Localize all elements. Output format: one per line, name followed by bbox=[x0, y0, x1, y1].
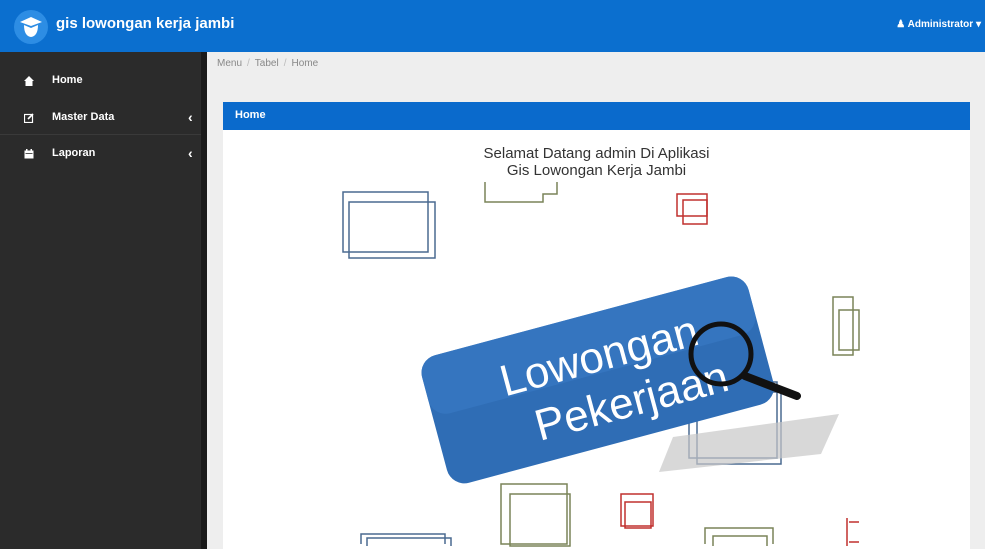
caret-down-icon: ▾ bbox=[975, 19, 981, 30]
sidebar-item-label: Master Data bbox=[52, 111, 115, 123]
user-icon: ♟ bbox=[896, 19, 906, 30]
home-icon bbox=[24, 76, 34, 86]
main-content: Menu / Tabel / Home Home Selamat Datang admi… bbox=[207, 52, 985, 549]
breadcrumb-item[interactable]: Tabel bbox=[255, 58, 279, 69]
calendar-icon bbox=[24, 149, 34, 159]
app-logo-icon[interactable] bbox=[14, 10, 48, 44]
chevron-left-icon: ‹ bbox=[188, 145, 193, 161]
sidebar-item-master-data[interactable]: Master Data ‹ bbox=[0, 101, 201, 135]
panel-header: Home bbox=[223, 102, 970, 130]
panel-title: Home bbox=[235, 109, 266, 121]
sidebar-item-label: Laporan bbox=[52, 147, 96, 159]
breadcrumb-item[interactable]: Menu bbox=[217, 58, 242, 69]
breadcrumb: Menu / Tabel / Home bbox=[217, 58, 319, 69]
user-name: Administrator bbox=[907, 19, 974, 30]
breadcrumb-item: Home bbox=[291, 58, 319, 69]
user-menu[interactable]: ♟ Administrator ▾ bbox=[896, 19, 981, 30]
edit-icon bbox=[24, 113, 34, 123]
app-title[interactable]: gis lowongan kerja jambi bbox=[56, 15, 234, 32]
welcome-line-2: Gis Lowongan Kerja Jambi bbox=[506, 162, 687, 179]
sidebar-item-home[interactable]: Home bbox=[0, 64, 201, 98]
home-panel: Home Selamat Datang admin Di Aplikasi Gi… bbox=[223, 102, 970, 549]
lowongan-pekerjaan-banner: Lowongan Pekerjaan bbox=[342, 182, 860, 547]
sidebar: Home Master Data ‹ Laporan ‹ bbox=[0, 52, 201, 549]
welcome-line-1: Selamat Datang admin Di Aplikasi bbox=[483, 145, 710, 162]
top-navbar: gis lowongan kerja jambi ♟ Administrator… bbox=[0, 0, 985, 52]
chevron-left-icon: ‹ bbox=[188, 109, 193, 125]
welcome-text: Selamat Datang admin Di Aplikasi Gis Low… bbox=[223, 145, 970, 179]
sidebar-item-laporan[interactable]: Laporan ‹ bbox=[0, 137, 201, 171]
sidebar-item-label: Home bbox=[52, 74, 83, 86]
